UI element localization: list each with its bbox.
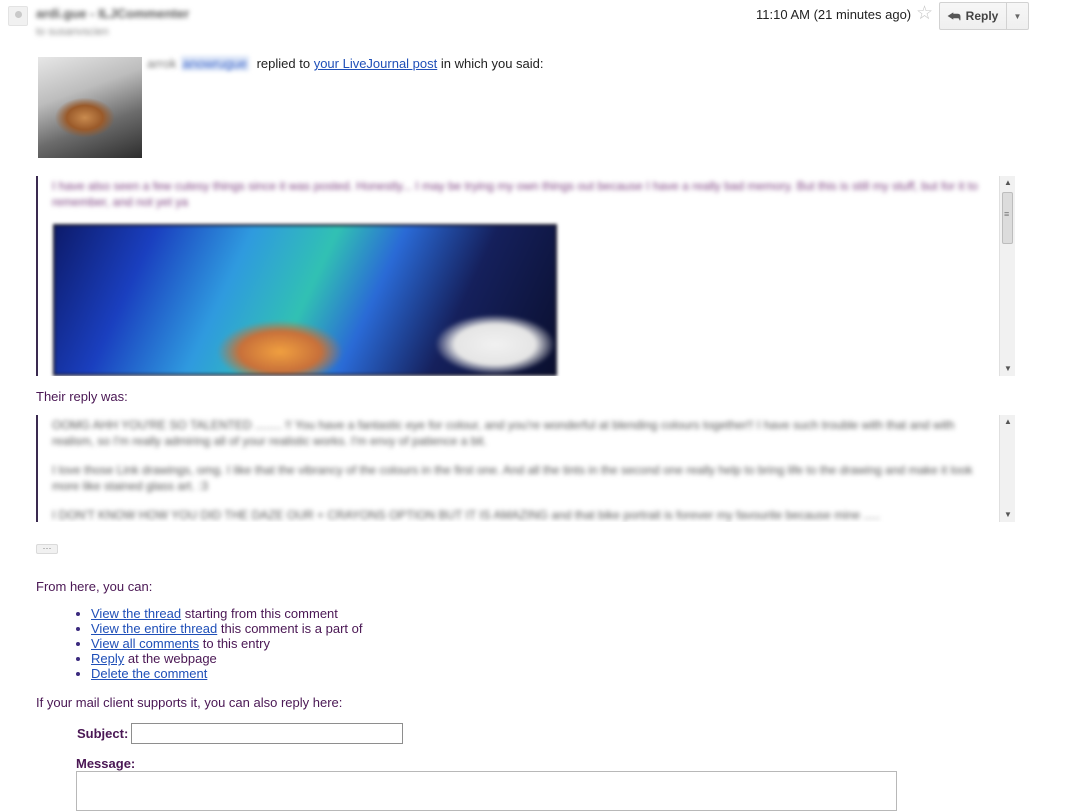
- intro-text-before: replied to: [256, 56, 311, 71]
- list-item: Delete the comment: [91, 666, 362, 681]
- reply-scrollbar[interactable]: ▲ ▼: [999, 415, 1015, 522]
- recipient-line[interactable]: to susanvscien: [36, 26, 109, 38]
- view-all-comments-link[interactable]: View all comments: [91, 636, 199, 651]
- star-icon[interactable]: ☆: [916, 4, 933, 24]
- subject-input[interactable]: [131, 723, 403, 744]
- more-options-chevron-down-icon[interactable]: ▼: [1006, 3, 1028, 29]
- show-trimmed-content-button[interactable]: ···: [36, 544, 58, 554]
- intro-line: arrok anowrugue replied to your LiveJourn…: [147, 56, 544, 71]
- list-item: View all comments to this entry: [91, 636, 362, 651]
- quoted-post-frame[interactable]: I have also seen a few cutesy things sin…: [36, 176, 1015, 376]
- view-thread-link[interactable]: View the thread: [91, 606, 181, 621]
- reply-form-intro: If your mail client supports it, you can…: [36, 695, 343, 710]
- sender-avatar: [8, 6, 28, 26]
- reply-button-group: ⮪ Reply ▼: [939, 2, 1029, 30]
- scroll-up-icon[interactable]: ▲: [1000, 176, 1015, 190]
- message-label: Message:: [76, 756, 136, 771]
- reply-button[interactable]: ⮪ Reply: [940, 3, 1006, 29]
- poster-name-link[interactable]: anowrugue: [180, 56, 249, 71]
- reply-content-frame[interactable]: OOMG AHH YOU'RE SO TALENTED ........ !! …: [36, 415, 1015, 522]
- reply-webpage-link[interactable]: Reply: [91, 651, 124, 666]
- livejournal-post-link[interactable]: your LiveJournal post: [314, 56, 438, 71]
- quote-scroll-thumb[interactable]: [1002, 192, 1013, 244]
- delete-comment-link[interactable]: Delete the comment: [91, 666, 207, 681]
- sender-name[interactable]: ardi.gue - ILJCommenter: [36, 6, 189, 21]
- list-item: View the thread starting from this comme…: [91, 606, 362, 621]
- quoted-post-image: [53, 224, 557, 376]
- reply-paragraph: OOMG AHH YOU'RE SO TALENTED ........ !! …: [52, 418, 955, 448]
- scroll-down-icon[interactable]: ▼: [1000, 362, 1015, 376]
- list-item-text: at the webpage: [127, 651, 217, 666]
- scroll-down-icon[interactable]: ▼: [1000, 508, 1015, 522]
- reply-paragraph: I DON'T KNOW HOW YOU DID THE DAZE OUR + …: [52, 508, 881, 522]
- quoted-post-text: I have also seen a few cutesy things sin…: [52, 179, 978, 209]
- intro-text-after: in which you said:: [440, 56, 544, 71]
- list-item: View the entire thread this comment is a…: [91, 621, 362, 636]
- reply-arrow-icon: ⮪: [947, 7, 961, 24]
- list-item: Reply at the webpage: [91, 651, 362, 666]
- subject-label: Subject:: [77, 726, 129, 741]
- scroll-up-icon[interactable]: ▲: [1000, 415, 1015, 429]
- actions-label: From here, you can:: [36, 579, 153, 594]
- poster-prefix: arrok: [147, 56, 177, 71]
- reply-paragraph: I love those Link drawings, omg. I like …: [52, 463, 973, 493]
- list-item-text: this comment is a part of: [220, 621, 363, 636]
- view-entire-thread-link[interactable]: View the entire thread: [91, 621, 217, 636]
- message-timestamp: 11:10 AM (21 minutes ago): [756, 7, 912, 22]
- quote-scrollbar[interactable]: ▲ ▼: [999, 176, 1015, 376]
- their-reply-label: Their reply was:: [36, 389, 128, 404]
- list-item-text: starting from this comment: [184, 606, 338, 621]
- message-textarea[interactable]: [76, 771, 897, 811]
- list-item-text: to this entry: [202, 636, 270, 651]
- reply-button-label: Reply: [965, 9, 999, 23]
- actions-list: View the thread starting from this comme…: [75, 606, 362, 681]
- commenter-userpic: [38, 57, 142, 158]
